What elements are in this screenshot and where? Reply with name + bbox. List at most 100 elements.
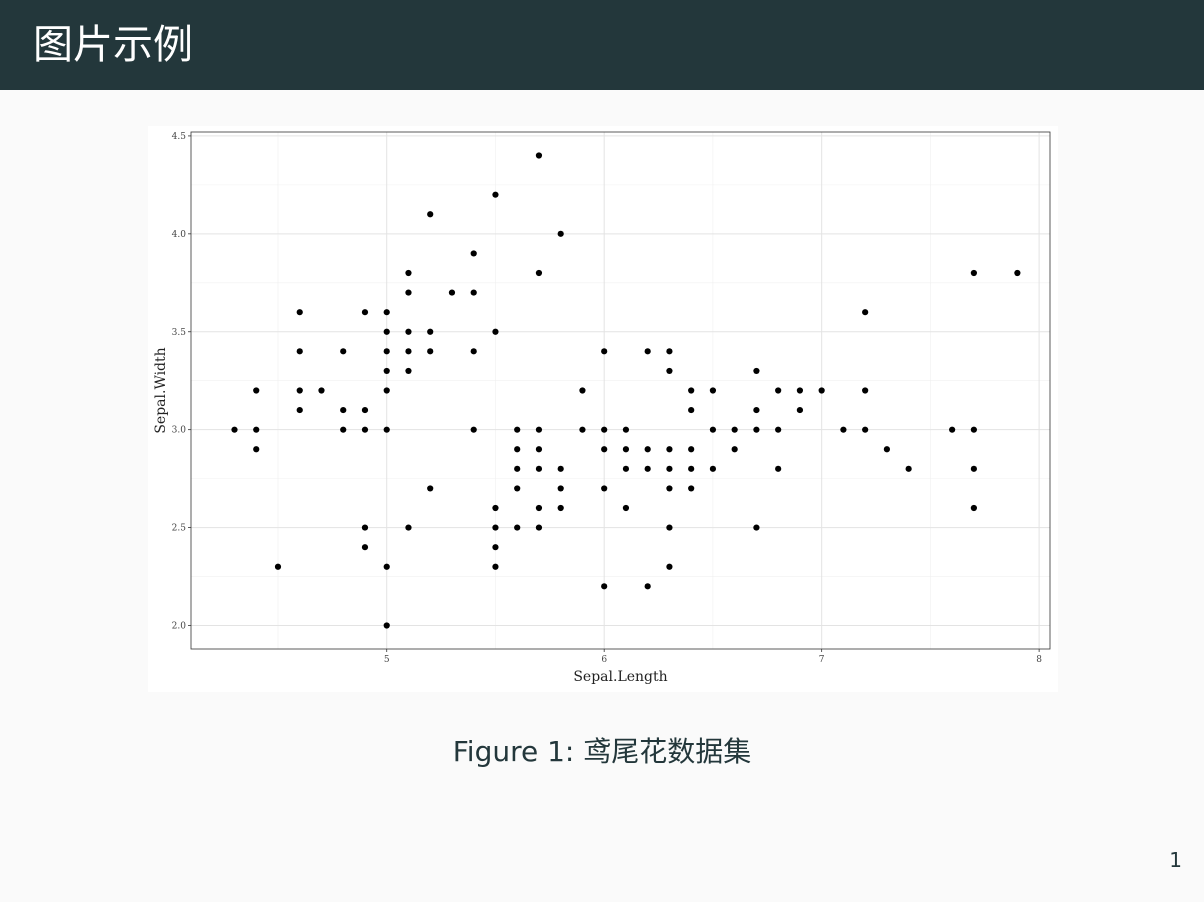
- data-point: [840, 426, 847, 433]
- x-tick-label: 5: [384, 655, 390, 665]
- data-point: [775, 426, 782, 433]
- data-point: [862, 309, 869, 316]
- y-tick-label: 2.5: [172, 524, 187, 534]
- data-point: [361, 309, 369, 316]
- data-point: [796, 406, 804, 414]
- data-point: [970, 426, 977, 433]
- data-point: [405, 524, 412, 531]
- data-point: [535, 152, 543, 159]
- y-tick-label: 4.0: [172, 230, 187, 240]
- data-point: [383, 367, 390, 375]
- data-point: [535, 269, 543, 277]
- data-point: [514, 485, 521, 492]
- data-point: [622, 465, 630, 472]
- data-point: [383, 328, 390, 335]
- data-point: [622, 446, 630, 453]
- y-axis-title: Sepal.Width: [153, 347, 169, 433]
- y-tick-label: 3.0: [172, 426, 187, 436]
- data-point: [296, 348, 303, 355]
- data-point: [492, 524, 499, 531]
- x-tick-label: 6: [601, 655, 607, 665]
- data-point: [253, 446, 260, 453]
- data-point: [535, 465, 543, 472]
- data-point: [492, 563, 499, 570]
- data-point: [949, 426, 956, 433]
- data-point: [905, 465, 912, 472]
- data-point: [666, 563, 673, 570]
- data-point: [666, 524, 673, 531]
- data-point: [470, 348, 477, 355]
- data-point: [253, 426, 260, 433]
- data-point: [470, 426, 477, 433]
- data-point: [296, 406, 303, 414]
- data-point: [492, 328, 499, 335]
- figure-caption-text: 鸢尾花数据集: [583, 735, 752, 768]
- data-point: [601, 583, 608, 590]
- data-point: [753, 426, 760, 433]
- scatter-chart: 5 6 7 8 2.0 2.5 3.0 3.5 4.0 4.5 Sepal.Length Sep…: [153, 131, 1051, 685]
- data-point: [427, 348, 434, 355]
- data-point: [666, 446, 673, 453]
- data-point: [296, 309, 303, 316]
- data-point: [666, 465, 673, 472]
- page-number: 1: [1169, 848, 1182, 872]
- data-point: [383, 309, 390, 316]
- data-point: [579, 387, 586, 394]
- data-point: [709, 465, 717, 472]
- data-point: [383, 387, 390, 394]
- data-point: [709, 426, 717, 433]
- data-point: [557, 230, 564, 237]
- data-point: [274, 563, 282, 570]
- data-point: [557, 504, 564, 512]
- data-point: [361, 406, 369, 414]
- data-point: [688, 465, 695, 472]
- data-point: [883, 446, 890, 453]
- data-point: [383, 622, 390, 629]
- data-point: [427, 485, 434, 492]
- data-point: [796, 387, 804, 394]
- data-point: [753, 367, 760, 375]
- data-point: [688, 485, 695, 492]
- data-point: [601, 348, 608, 355]
- y-tick-label: 2.0: [172, 622, 187, 632]
- scatter-figure: 5 6 7 8 2.0 2.5 3.0 3.5 4.0 4.5 Sepal.Length Sep…: [148, 126, 1058, 692]
- data-point: [709, 387, 717, 394]
- data-point: [970, 504, 977, 512]
- data-point: [970, 465, 977, 472]
- slide-title: 图片示例: [33, 22, 193, 68]
- data-point: [688, 387, 695, 394]
- data-point: [427, 328, 434, 335]
- data-point: [601, 426, 608, 433]
- x-axis-ticks: 5 6 7 8: [384, 649, 1042, 665]
- x-tick-label: 7: [819, 655, 825, 665]
- data-point: [253, 387, 260, 394]
- data-point: [383, 348, 390, 355]
- data-point: [862, 387, 869, 394]
- slide-header: 图片示例: [0, 0, 1204, 90]
- x-tick-label: 8: [1036, 655, 1042, 665]
- data-point: [405, 269, 412, 277]
- data-point: [666, 367, 673, 375]
- figure-caption-label: Figure 1:: [452, 735, 575, 768]
- data-point: [492, 504, 499, 512]
- data-point: [622, 504, 630, 512]
- data-point: [492, 191, 499, 198]
- data-point: [862, 426, 869, 433]
- data-point: [644, 446, 651, 453]
- data-point: [731, 446, 738, 453]
- data-point: [601, 485, 608, 492]
- data-point: [557, 465, 564, 472]
- data-point: [231, 426, 238, 433]
- data-point: [514, 446, 521, 453]
- data-point: [666, 348, 673, 355]
- data-point: [644, 583, 651, 590]
- data-point: [775, 387, 782, 394]
- y-tick-label: 4.5: [172, 132, 187, 142]
- data-point: [405, 348, 412, 355]
- data-point: [622, 426, 630, 433]
- data-point: [340, 426, 347, 433]
- data-point: [361, 426, 369, 433]
- data-point: [405, 328, 412, 335]
- data-point: [970, 269, 977, 277]
- data-point: [514, 465, 521, 472]
